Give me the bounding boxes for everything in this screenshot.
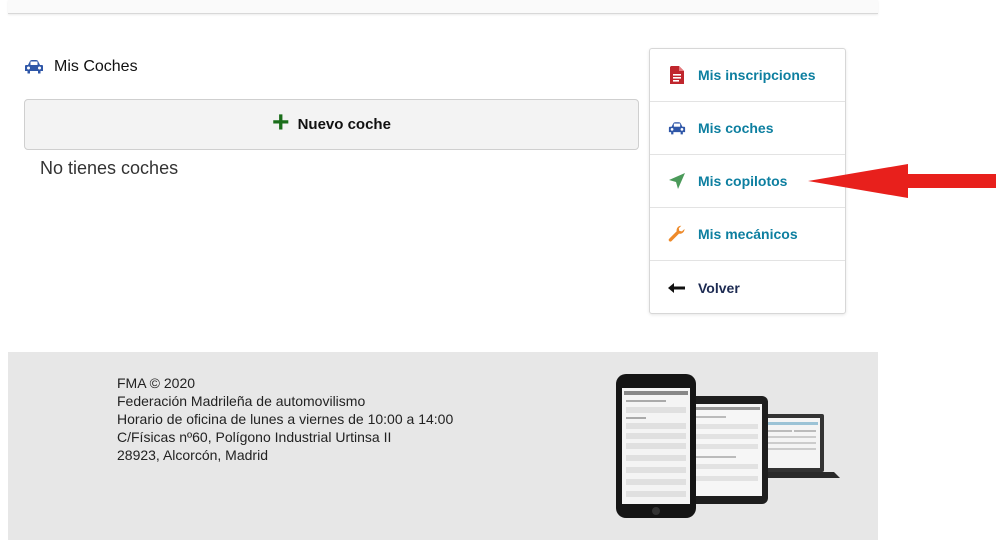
menu-item-mecanicos[interactable]: Mis mecánicos bbox=[650, 208, 845, 261]
footer-organization: Federación Madrileña de automovilismo bbox=[117, 393, 366, 409]
footer-info: FMA © 2020 Federación Madrileña de autom… bbox=[117, 374, 453, 464]
footer: FMA © 2020 Federación Madrileña de autom… bbox=[8, 352, 878, 540]
top-header-bar bbox=[8, 0, 878, 14]
footer-hours: Horario de oficina de lunes a viernes de… bbox=[117, 411, 454, 427]
car-icon bbox=[24, 59, 44, 75]
document-icon bbox=[668, 66, 686, 84]
footer-city: 28923, Alcorcón, Madrid bbox=[117, 447, 268, 463]
menu-item-label: Mis coches bbox=[698, 120, 774, 136]
plus-icon: + bbox=[272, 106, 290, 139]
menu-item-volver[interactable]: Volver bbox=[650, 261, 845, 314]
footer-address: C/Físicas nº60, Polígono Industrial Urti… bbox=[117, 429, 392, 445]
footer-copyright: FMA © 2020 bbox=[117, 375, 196, 391]
new-car-button[interactable]: + Nuevo coche bbox=[24, 99, 639, 150]
section-title: Mis Coches bbox=[24, 58, 138, 76]
menu-item-coches[interactable]: Mis coches bbox=[650, 102, 845, 155]
menu-item-inscripciones[interactable]: Mis inscripciones bbox=[650, 49, 845, 102]
wrench-icon bbox=[668, 225, 686, 243]
red-arrow-icon bbox=[808, 163, 998, 204]
arrow-left-icon bbox=[668, 279, 686, 297]
menu-item-label: Volver bbox=[698, 279, 740, 296]
menu-item-label: Mis inscripciones bbox=[698, 67, 816, 83]
location-arrow-icon bbox=[668, 172, 686, 190]
new-car-label: Nuevo coche bbox=[297, 116, 391, 133]
menu-item-label: Mis mecánicos bbox=[698, 226, 798, 242]
empty-message: No tienes coches bbox=[40, 158, 179, 178]
section-title-text: Mis Coches bbox=[54, 58, 138, 75]
menu-item-label: Mis copilotos bbox=[698, 173, 788, 189]
devices-mockup-image bbox=[606, 372, 856, 525]
car-icon bbox=[668, 119, 686, 137]
